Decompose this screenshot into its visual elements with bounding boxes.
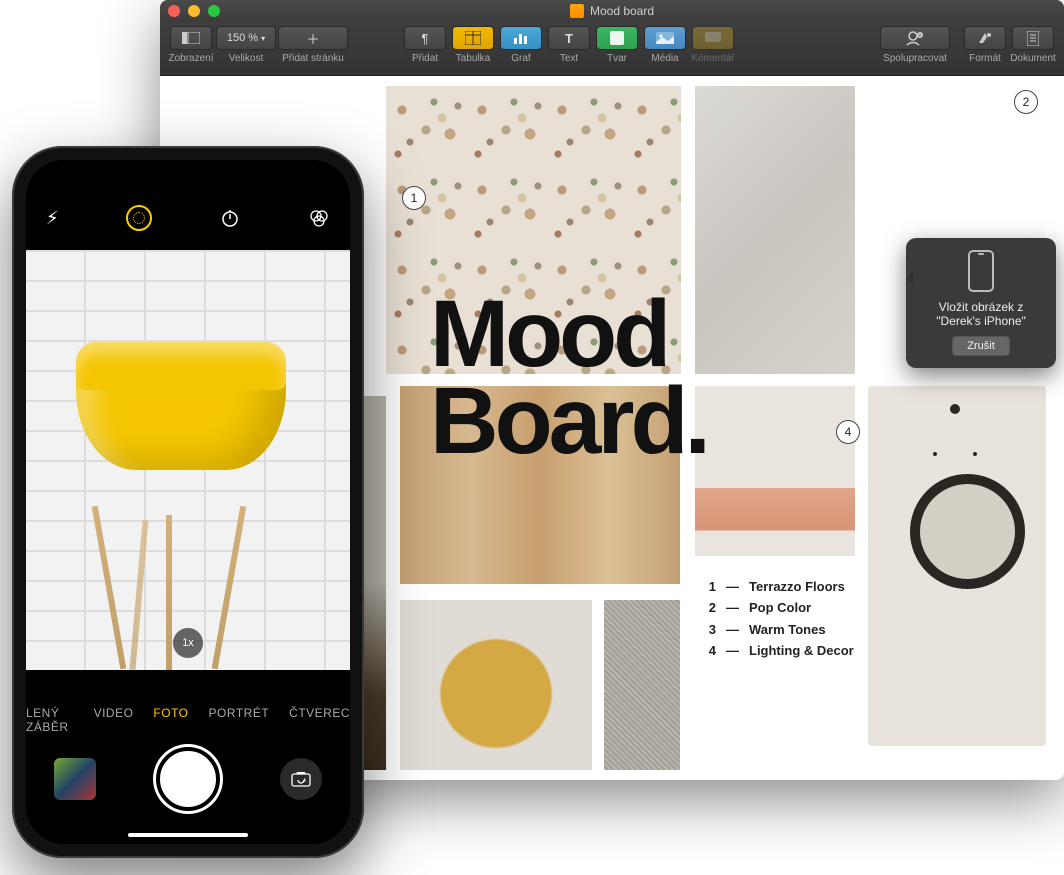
iphone-screen: ⚡︎ 1x LENÝ ZÁBĚR VIDEO FOTO PORTRÉT ČTVE… bbox=[26, 160, 350, 844]
zoom-level-button[interactable]: 1x bbox=[173, 628, 203, 658]
viewfinder-subject bbox=[56, 340, 306, 530]
mode-photo[interactable]: FOTO bbox=[153, 706, 188, 734]
image-concrete[interactable] bbox=[695, 86, 855, 374]
comment-button[interactable]: Komentář bbox=[690, 26, 736, 64]
close-window-button[interactable] bbox=[168, 5, 180, 17]
collaborate-button[interactable]: +Spolupracovat bbox=[880, 26, 950, 64]
image-lamp[interactable] bbox=[695, 386, 855, 556]
legend[interactable]: 1—Terrazzo Floors 2—Pop Color 3—Warm Ton… bbox=[700, 576, 854, 662]
camera-top-controls: ⚡︎ bbox=[26, 198, 350, 238]
insert-button[interactable]: ¶Přidat bbox=[402, 26, 448, 64]
traffic-lights bbox=[168, 5, 220, 17]
filters-icon[interactable] bbox=[308, 207, 330, 229]
callout-4[interactable]: 4 bbox=[836, 420, 860, 444]
window-title: Mood board bbox=[570, 4, 654, 18]
mode-wide[interactable]: LENÝ ZÁBĚR bbox=[26, 706, 74, 734]
view-button[interactable]: Zobrazení bbox=[168, 26, 214, 64]
camera-viewfinder[interactable]: 1x bbox=[26, 250, 350, 670]
format-button[interactable]: Formát bbox=[962, 26, 1008, 64]
camera-bottom-controls bbox=[26, 744, 350, 814]
mode-portrait[interactable]: PORTRÉT bbox=[209, 706, 270, 734]
mode-square[interactable]: ČTVEREC bbox=[289, 706, 350, 734]
notch bbox=[108, 160, 268, 186]
legend-row: 3—Warm Tones bbox=[700, 619, 854, 640]
zoom-select[interactable]: 150 % ▾ Velikost bbox=[216, 26, 276, 64]
continuity-camera-popover: Vložit obrázek z"Derek's iPhone" Zrušit bbox=[906, 238, 1056, 368]
chart-button[interactable]: Graf bbox=[498, 26, 544, 64]
timer-icon[interactable] bbox=[219, 207, 241, 229]
minimize-window-button[interactable] bbox=[188, 5, 200, 17]
text-button[interactable]: TText bbox=[546, 26, 592, 64]
image-chair[interactable] bbox=[400, 600, 592, 770]
iphone-device: ⚡︎ 1x LENÝ ZÁBĚR VIDEO FOTO PORTRÉT ČTVE… bbox=[12, 146, 364, 858]
camera-mode-selector[interactable]: LENÝ ZÁBĚR VIDEO FOTO PORTRÉT ČTVEREC bbox=[26, 706, 350, 734]
image-mirror[interactable] bbox=[868, 386, 1046, 746]
callout-2[interactable]: 2 bbox=[1014, 90, 1038, 114]
cancel-button[interactable]: Zrušit bbox=[952, 336, 1010, 356]
legend-row: 2—Pop Color bbox=[700, 597, 854, 618]
image-fur[interactable] bbox=[604, 600, 680, 770]
document-heading[interactable]: Mood Board. bbox=[430, 291, 707, 466]
zoom-window-button[interactable] bbox=[208, 5, 220, 17]
popover-text: Vložit obrázek z"Derek's iPhone" bbox=[916, 300, 1046, 328]
home-indicator[interactable] bbox=[128, 833, 248, 837]
callout-1[interactable]: 1 bbox=[402, 186, 426, 210]
switch-camera-button[interactable] bbox=[280, 758, 322, 800]
table-button[interactable]: Tabulka bbox=[450, 26, 496, 64]
last-photo-thumbnail[interactable] bbox=[54, 758, 96, 800]
window-titlebar[interactable]: Mood board bbox=[160, 0, 1064, 22]
shape-button[interactable]: Tvar bbox=[594, 26, 640, 64]
shutter-button[interactable] bbox=[156, 747, 220, 811]
toolbar: Zobrazení 150 % ▾ Velikost ＋ Přidat strá… bbox=[160, 22, 1064, 76]
svg-text:+: + bbox=[919, 33, 922, 39]
legend-row: 4—Lighting & Decor bbox=[700, 640, 854, 661]
mode-video[interactable]: VIDEO bbox=[94, 706, 134, 734]
live-photo-icon[interactable] bbox=[126, 205, 152, 231]
flash-icon[interactable]: ⚡︎ bbox=[46, 208, 59, 229]
add-page-button[interactable]: ＋ Přidat stránku bbox=[278, 26, 348, 64]
legend-row: 1—Terrazzo Floors bbox=[700, 576, 854, 597]
phone-icon bbox=[968, 250, 994, 292]
document-button[interactable]: Dokument bbox=[1010, 26, 1056, 64]
media-button[interactable]: Média bbox=[642, 26, 688, 64]
